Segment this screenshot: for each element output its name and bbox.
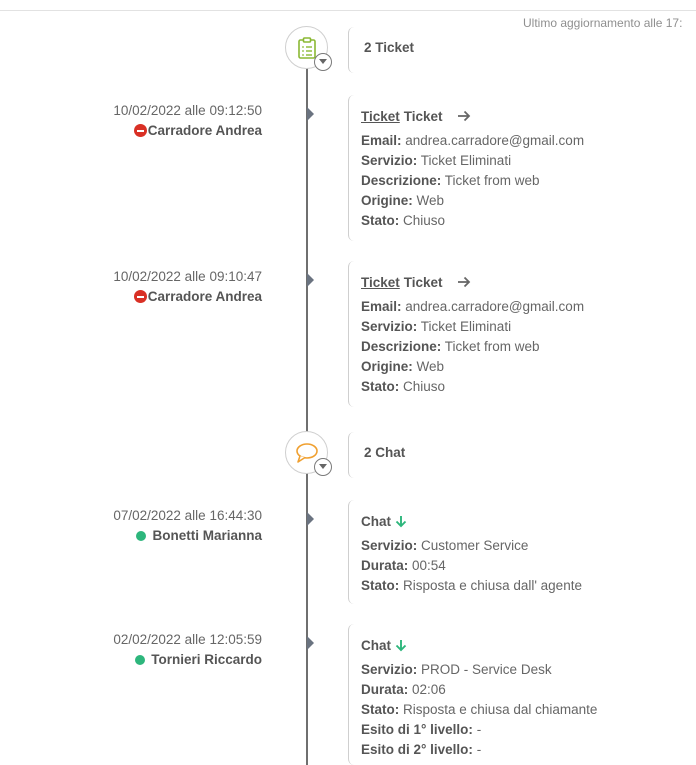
field-status: Stato: Chiuso <box>361 379 446 394</box>
card-title: Ticket <box>403 108 443 124</box>
section-title: 2 Chat <box>364 445 406 460</box>
field-service: Servizio: PROD - Service Desk <box>361 662 552 677</box>
field-status: Stato: Risposta e chiusa dal chiamante <box>361 702 598 717</box>
ticket-link[interactable]: Ticket <box>361 275 400 290</box>
chat-card: Chat Servizio: PROD - Service Desk Durat… <box>348 624 688 765</box>
timeline-marker <box>307 273 314 287</box>
arrow-right-icon[interactable] <box>457 276 471 288</box>
arrow-down-icon[interactable] <box>395 639 407 652</box>
field-service: Servizio: Ticket Eliminati <box>361 319 512 334</box>
field-service: Servizio: Customer Service <box>361 538 529 553</box>
field-duration: Durata: 02:06 <box>361 682 446 697</box>
chat-section-icon[interactable] <box>285 431 332 476</box>
card-title: Chat <box>361 637 391 653</box>
field-origin: Origine: Web <box>361 193 445 208</box>
arrow-down-icon[interactable] <box>395 515 407 528</box>
card-title: Ticket <box>403 274 443 290</box>
event-date: 10/02/2022 alle 09:10:47 <box>113 269 262 284</box>
blocked-status-icon <box>133 290 147 303</box>
online-status-icon <box>136 530 147 541</box>
chevron-down-icon <box>319 464 327 469</box>
field-status: Stato: Risposta e chiusa dall' agente <box>361 578 582 593</box>
field-status: Stato: Chiuso <box>361 213 446 228</box>
user-name: Carradore Andrea <box>147 289 262 304</box>
ticket-meta: 10/02/2022 alle 09:12:50 Carradore Andre… <box>113 103 262 138</box>
field-level2-outcome: Esito di 2° livello: - <box>361 742 482 757</box>
timeline-marker <box>307 107 314 121</box>
ticket-section-icon[interactable] <box>285 26 332 71</box>
top-divider <box>0 10 696 11</box>
field-service: Servizio: Ticket Eliminati <box>361 153 512 168</box>
event-date: 02/02/2022 alle 12:05:59 <box>113 632 262 647</box>
field-description: Descrizione: Ticket from web <box>361 339 540 354</box>
chat-section-header: 2 Chat <box>348 432 498 478</box>
event-date: 10/02/2022 alle 09:12:50 <box>113 103 262 118</box>
timeline-line <box>306 60 308 765</box>
section-title: 2 Ticket <box>364 40 415 55</box>
ticket-link[interactable]: Ticket <box>361 109 400 124</box>
ticket-meta: 10/02/2022 alle 09:10:47 Carradore Andre… <box>113 269 262 304</box>
event-user: Tornieri Riccardo <box>113 652 262 667</box>
chat-card: Chat Servizio: Customer Service Durata: … <box>348 500 688 604</box>
timeline-marker <box>307 636 314 650</box>
card-title: Chat <box>361 513 391 529</box>
field-origin: Origine: Web <box>361 359 445 374</box>
event-user: Carradore Andrea <box>113 123 262 138</box>
event-date: 07/02/2022 alle 16:44:30 <box>113 508 262 523</box>
field-email: Email: andrea.carradore@gmail.com <box>361 133 585 148</box>
user-name: Tornieri Riccardo <box>151 652 262 667</box>
field-level1-outcome: Esito di 1° livello: - <box>361 722 482 737</box>
expand-toggle-button[interactable] <box>314 53 332 71</box>
ticket-card: Ticket Ticket Email: andrea.carradore@gm… <box>348 95 688 241</box>
arrow-right-icon[interactable] <box>457 110 471 122</box>
timeline-marker <box>307 512 314 526</box>
user-name: Bonetti Marianna <box>152 528 262 543</box>
field-email: Email: andrea.carradore@gmail.com <box>361 299 585 314</box>
online-status-icon <box>135 654 146 665</box>
last-updated-text: Ultimo aggiornamento alle 17: <box>523 16 683 30</box>
chat-meta: 02/02/2022 alle 12:05:59 Tornieri Riccar… <box>113 632 262 667</box>
event-user: Carradore Andrea <box>113 289 262 304</box>
ticket-section-header: 2 Ticket <box>348 27 498 73</box>
chat-meta: 07/02/2022 alle 16:44:30 Bonetti Mariann… <box>113 508 262 543</box>
ticket-card: Ticket Ticket Email: andrea.carradore@gm… <box>348 261 688 407</box>
field-description: Descrizione: Ticket from web <box>361 173 540 188</box>
event-user: Bonetti Marianna <box>113 528 262 543</box>
field-duration: Durata: 00:54 <box>361 558 446 573</box>
chevron-down-icon <box>319 59 327 64</box>
user-name: Carradore Andrea <box>147 123 262 138</box>
blocked-status-icon <box>133 124 147 137</box>
expand-toggle-button[interactable] <box>314 458 332 476</box>
